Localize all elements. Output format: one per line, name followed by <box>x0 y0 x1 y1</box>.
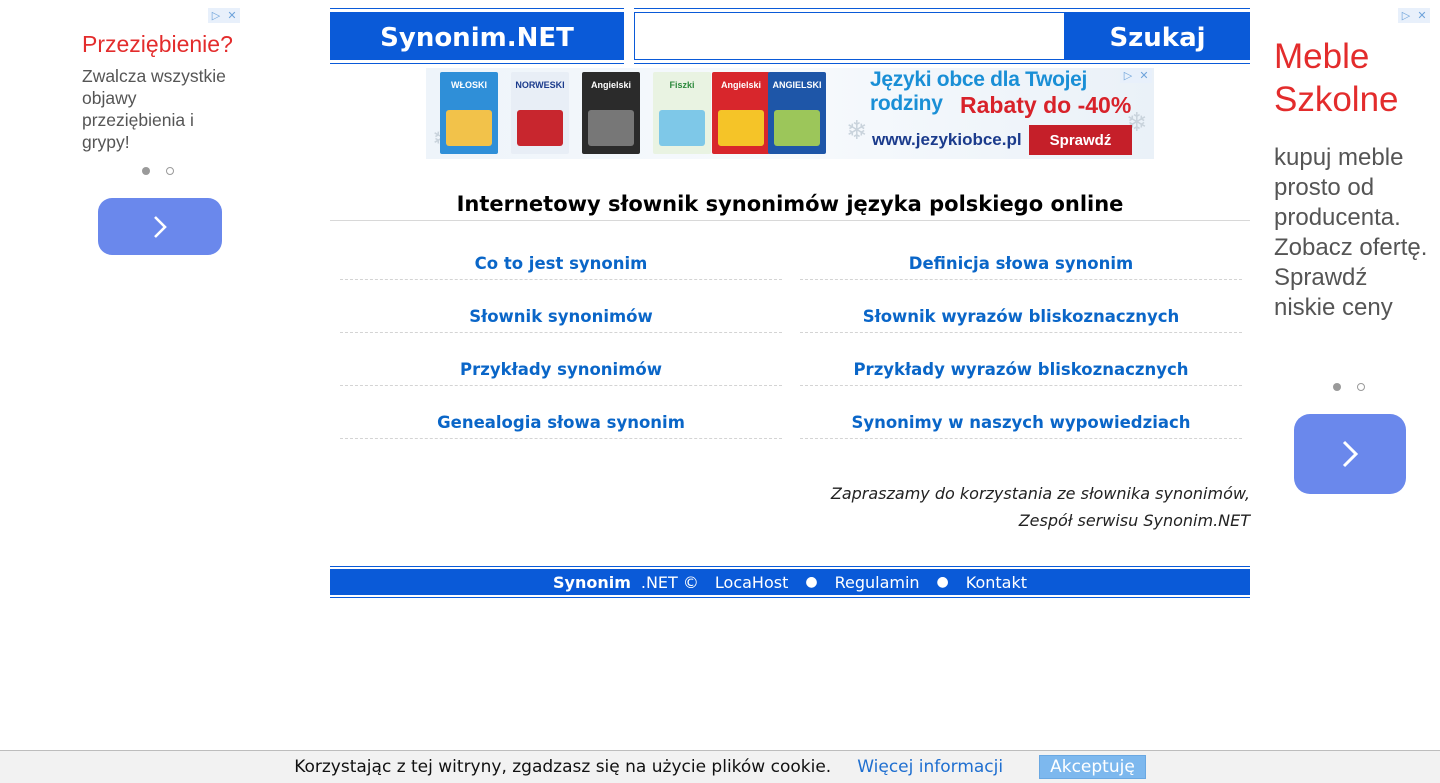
link-synonimy-w-wypowiedziach[interactable]: Synonimy w naszych wypowiedziach <box>800 403 1242 439</box>
book-cover: Fiszki <box>653 72 711 154</box>
link-slownik-synonimow[interactable]: Słownik synonimów <box>340 297 782 333</box>
right-ad[interactable]: ▷ ✕ Meble Szkolne kupuj meble prosto od … <box>1260 0 1440 520</box>
ad-text[interactable]: Zwalcza wszystkie objawy przeziębienia i… <box>82 65 242 153</box>
ad-title[interactable]: Przeziębienie? <box>82 31 233 58</box>
ad-close-icon[interactable]: ✕ <box>1414 8 1430 23</box>
book-image <box>774 110 820 146</box>
carousel-dot[interactable] <box>1357 383 1365 391</box>
carousel-dot-active[interactable] <box>142 167 150 175</box>
link-przyklady-wyrazow-bliskoznacznych[interactable]: Przykłady wyrazów bliskoznacznych <box>800 350 1242 386</box>
book-title: NORWESKI <box>515 80 565 90</box>
book-title: WŁOSKI <box>451 80 487 90</box>
ad-close-icon[interactable]: ✕ <box>224 8 240 23</box>
cookie-text: Korzystając z tej witryny, zgadzasz się … <box>294 757 832 777</box>
search-button[interactable]: Szukaj <box>1065 12 1250 60</box>
link-co-to-jest-synonim[interactable]: Co to jest synonim <box>340 244 782 280</box>
search-input[interactable] <box>634 12 1065 60</box>
ad-text[interactable]: kupuj meble prosto od producenta. Zobacz… <box>1274 143 1434 323</box>
ad-info-icon[interactable]: ▷ <box>1398 8 1414 23</box>
invitation-text: Zapraszamy do korzystania ze słownika sy… <box>831 480 1250 534</box>
invitation-line: Zapraszamy do korzystania ze słownika sy… <box>830 484 1250 503</box>
banner-cta-button[interactable]: Sprawdź <box>1029 125 1132 155</box>
footer-link-terms[interactable]: Regulamin <box>835 573 920 592</box>
search-form: Szukaj <box>634 8 1250 64</box>
footer-separator: ● <box>936 574 949 590</box>
book-image <box>588 110 634 146</box>
ad-choices[interactable]: ▷ ✕ <box>1398 8 1430 23</box>
book-title: ANGIELSKI <box>772 80 822 90</box>
footer-brand: Synonim <box>552 572 631 592</box>
ad-close-icon[interactable]: ✕ <box>1136 68 1152 83</box>
ad-info-icon[interactable]: ▷ <box>208 8 224 23</box>
ad-carousel-dots <box>1333 383 1365 391</box>
book-cover: WŁOSKI <box>440 72 498 154</box>
link-slownik-wyrazow-bliskoznacznych[interactable]: Słownik wyrazów bliskoznacznych <box>800 297 1242 333</box>
footer: Synonim .NET © LocaHost ● Regulamin ● Ko… <box>330 566 1250 598</box>
ad-next-button[interactable] <box>1294 414 1406 494</box>
carousel-dot-active[interactable] <box>1333 383 1341 391</box>
book-image <box>446 110 492 146</box>
cookie-more-link[interactable]: Więcej informacji <box>857 757 1003 777</box>
link-genealogia-slowa-synonim[interactable]: Genealogia słowa synonim <box>340 403 782 439</box>
book-cover: Angielski <box>712 72 770 154</box>
link-przyklady-synonimow[interactable]: Przykłady synonimów <box>340 350 782 386</box>
banner-sale: Rabaty do -40% <box>960 92 1132 118</box>
book-title: Fiszki <box>669 80 695 90</box>
ad-choices[interactable]: ▷ ✕ <box>208 8 240 23</box>
page-title: Internetowy słownik synonimów języka pol… <box>330 192 1250 221</box>
banner-url: www.jezykiobce.pl <box>872 130 1022 149</box>
ad-carousel-dots <box>142 167 174 175</box>
signature-line: Zespół serwisu Synonim.NET <box>1018 511 1250 530</box>
chevron-right-icon <box>154 215 167 238</box>
cookie-bar: Korzystając z tej witryny, zgadzasz się … <box>0 750 1440 783</box>
footer-link-host[interactable]: LocaHost <box>715 573 788 592</box>
site-logo-text[interactable]: Synonim.NET <box>330 12 624 60</box>
book-title: Angielski <box>720 80 761 90</box>
book-image <box>659 110 705 146</box>
link-definicja-slowa-synonim[interactable]: Definicja słowa synonim <box>800 244 1242 280</box>
carousel-dot[interactable] <box>166 167 174 175</box>
footer-link-contact[interactable]: Kontakt <box>966 573 1027 592</box>
book-cover: Angielski <box>582 72 640 154</box>
book-cover: ANGIELSKI <box>768 72 826 154</box>
left-ad[interactable]: ▷ ✕ Przeziębienie? Zwalcza wszystkie obj… <box>0 0 250 300</box>
book-cover: NORWESKI <box>511 72 569 154</box>
footer-separator: ● <box>805 574 818 590</box>
ad-title[interactable]: Meble Szkolne <box>1274 35 1434 121</box>
footer-copyright: .NET © <box>640 572 699 592</box>
cookie-accept-button[interactable]: Akceptuję <box>1039 755 1146 779</box>
book-title: Angielski <box>590 80 631 90</box>
site-logo[interactable]: Synonim.NET <box>330 8 624 64</box>
book-image <box>517 110 563 146</box>
chevron-right-icon <box>1342 440 1359 468</box>
ad-next-button[interactable] <box>98 198 222 255</box>
banner-ad[interactable]: ❄ ❄ ❄ ❄ WŁOSKI NORWESKI Angielski Fiszki… <box>426 68 1154 159</box>
ad-choices[interactable]: ▷ ✕ <box>1120 68 1152 83</box>
book-image <box>718 110 764 146</box>
ad-info-icon[interactable]: ▷ <box>1120 68 1136 83</box>
snowflake-icon: ❄ <box>846 116 868 146</box>
